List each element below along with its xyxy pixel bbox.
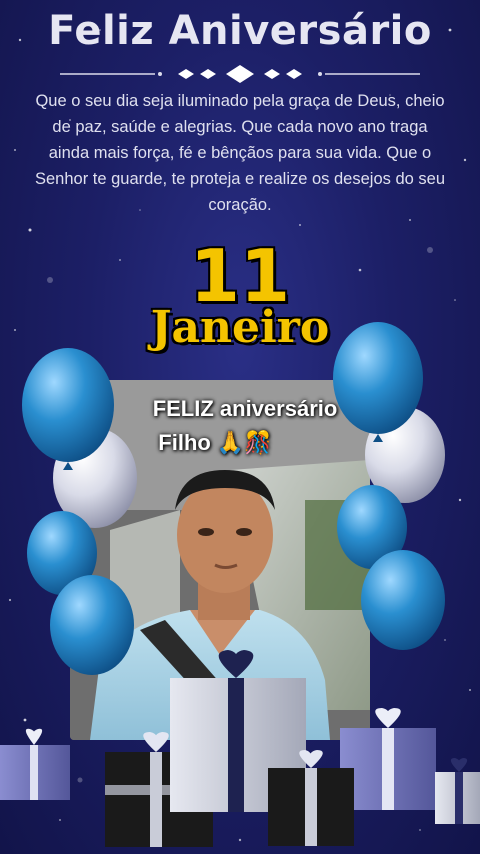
photo-caption-line1: FELIZ aniversário xyxy=(152,396,338,421)
date-month: Janeiro xyxy=(150,302,330,353)
gift-black-right xyxy=(268,750,354,846)
birthday-message: Que o seu dia seja iluminado pela graça … xyxy=(34,92,446,214)
page-title: Feliz Aniversário xyxy=(48,8,432,54)
balloon-blue-right-bottom xyxy=(361,550,445,650)
gift-purple-left xyxy=(0,728,70,800)
gift-silver-right xyxy=(435,758,480,824)
ornament-divider xyxy=(60,65,420,83)
photo-caption-line2: Filho 🙏🎊 xyxy=(158,430,272,455)
gift-black-left xyxy=(105,732,213,847)
